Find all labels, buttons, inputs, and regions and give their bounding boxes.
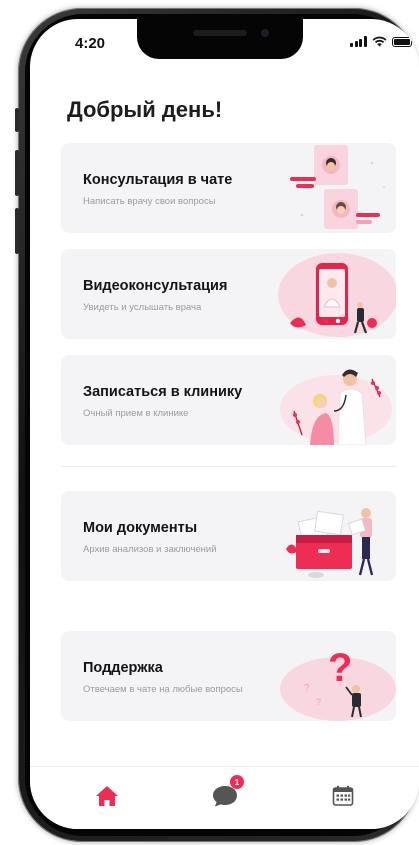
front-camera bbox=[261, 29, 269, 37]
card-my-documents[interactable]: Мои документы Архив анализов и заключени… bbox=[61, 491, 396, 581]
home-icon bbox=[96, 786, 118, 806]
volume-down-button bbox=[15, 208, 19, 254]
chat-unread-badge: 1 bbox=[230, 775, 244, 789]
support-question-illustration: ? ? ? bbox=[280, 646, 396, 721]
app-screen: 4:20 Добрый день! Консультация в чате На… bbox=[30, 19, 419, 829]
notch bbox=[137, 19, 303, 59]
doctor-patient-illustration bbox=[280, 369, 392, 445]
card-chat-consultation[interactable]: Консультация в чате Написать врачу свои … bbox=[61, 143, 396, 233]
card-clinic-appointment[interactable]: Записаться в клинику Очный прием в клини… bbox=[61, 355, 396, 445]
card-title: Видеоконсультация bbox=[83, 278, 228, 294]
volume-up-button bbox=[15, 150, 19, 196]
card-title: Консультация в чате bbox=[83, 172, 233, 188]
section-divider bbox=[61, 466, 396, 467]
card-subtitle: Отвечаем в чате на любые вопросы bbox=[83, 684, 243, 695]
speaker bbox=[193, 30, 247, 36]
card-video-consultation[interactable]: Видеоконсультация Увидеть и услышать вра… bbox=[61, 249, 396, 339]
silent-switch bbox=[15, 108, 19, 132]
chat-doctors-illustration bbox=[290, 145, 385, 229]
card-support[interactable]: Поддержка Отвечаем в чате на любые вопро… bbox=[61, 631, 396, 721]
card-title: Записаться в клинику bbox=[83, 384, 243, 400]
bottom-tab-bar: 1 bbox=[30, 766, 419, 829]
card-subtitle: Архив анализов и заключений bbox=[83, 544, 217, 555]
calendar-icon bbox=[332, 785, 354, 806]
card-title: Мои документы bbox=[83, 520, 198, 536]
card-subtitle: Очный прием в клинике bbox=[83, 408, 189, 419]
svg-text:?: ? bbox=[328, 646, 352, 690]
page-title: Добрый день! bbox=[67, 97, 223, 122]
card-subtitle: Увидеть и услышать врача bbox=[83, 302, 202, 313]
wifi-icon bbox=[372, 36, 386, 47]
tab-chat[interactable]: 1 bbox=[210, 775, 244, 811]
tab-home[interactable] bbox=[92, 781, 122, 811]
card-subtitle: Написать врачу свои вопросы bbox=[83, 196, 216, 207]
status-time: 4:20 bbox=[75, 35, 106, 52]
video-call-illustration bbox=[278, 253, 396, 337]
svg-text:?: ? bbox=[316, 697, 321, 707]
status-icons bbox=[350, 36, 415, 47]
battery-icon bbox=[391, 36, 415, 47]
tab-calendar[interactable] bbox=[328, 781, 358, 811]
svg-text:?: ? bbox=[304, 683, 310, 694]
documents-illustration bbox=[286, 508, 374, 578]
card-title: Поддержка bbox=[83, 660, 163, 676]
signal-icon bbox=[350, 36, 367, 47]
